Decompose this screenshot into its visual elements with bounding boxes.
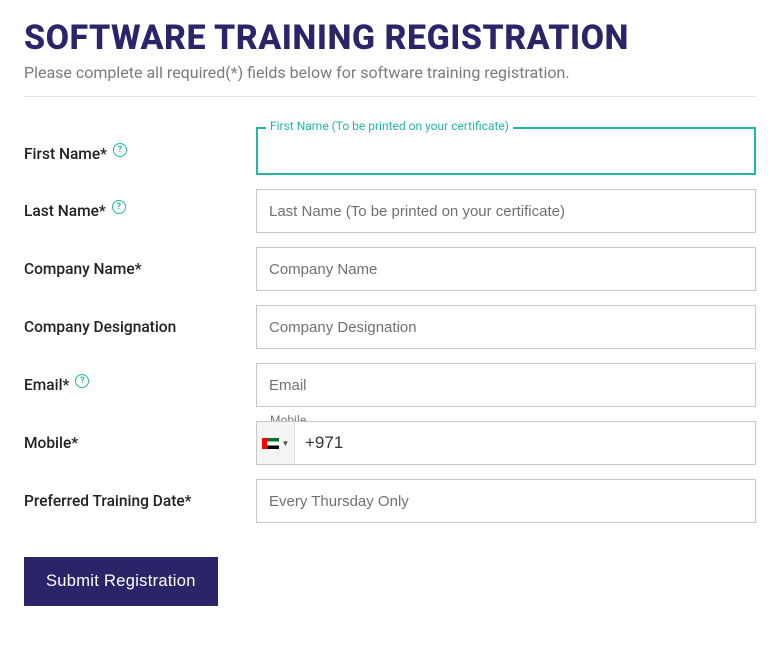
label-preferred-date: Preferred Training Date* [24,492,256,510]
row-company-designation: Company Designation [24,305,756,349]
country-selector[interactable]: ▼ [257,422,295,464]
help-icon[interactable]: ? [113,143,127,157]
last-name-input[interactable] [256,189,756,233]
email-input[interactable] [256,363,756,407]
float-label-first-name: First Name (To be printed on your certif… [266,119,513,133]
input-wrap-company-designation [256,305,756,349]
label-first-name: First Name* ? [24,145,256,163]
chevron-down-icon: ▼ [282,439,290,448]
label-last-name-text: Last Name* [24,202,106,220]
row-mobile: Mobile* Mobile ▼ [24,421,756,465]
flag-icon [262,438,279,449]
preferred-date-input[interactable] [256,479,756,523]
company-designation-input[interactable] [256,305,756,349]
divider [24,96,756,97]
label-company-designation-text: Company Designation [24,318,176,336]
input-wrap-mobile: Mobile ▼ [256,421,756,465]
submit-button[interactable]: Submit Registration [24,557,218,606]
registration-form-page: SOFTWARE TRAINING REGISTRATION Please co… [0,0,780,606]
input-wrap-email [256,363,756,407]
row-email: Email* ? [24,363,756,407]
submit-row: Submit Registration [24,557,756,606]
input-wrap-last-name [256,189,756,233]
label-email-text: Email* [24,376,69,394]
row-preferred-date: Preferred Training Date* [24,479,756,523]
page-title: SOFTWARE TRAINING REGISTRATION [24,20,756,57]
row-first-name: First Name* ? First Name (To be printed … [24,133,756,175]
help-icon[interactable]: ? [75,374,89,388]
input-wrap-preferred-date [256,479,756,523]
label-first-name-text: First Name* [24,145,107,163]
company-name-input[interactable] [256,247,756,291]
input-wrap-company-name [256,247,756,291]
label-mobile: Mobile* [24,434,256,452]
row-last-name: Last Name* ? [24,189,756,233]
label-company-designation: Company Designation [24,318,256,336]
label-company-name: Company Name* [24,260,256,278]
label-company-name-text: Company Name* [24,260,142,278]
mobile-field: ▼ [256,421,756,465]
label-preferred-date-text: Preferred Training Date* [24,492,192,510]
input-wrap-first-name: First Name (To be printed on your certif… [256,127,756,175]
first-name-input[interactable] [256,127,756,175]
label-email: Email* ? [24,376,256,394]
row-company-name: Company Name* [24,247,756,291]
page-subtitle: Please complete all required(*) fields b… [24,63,756,82]
mobile-input[interactable] [295,422,755,464]
help-icon[interactable]: ? [112,200,126,214]
form: First Name* ? First Name (To be printed … [24,133,756,606]
label-last-name: Last Name* ? [24,202,256,220]
label-mobile-text: Mobile* [24,434,78,452]
